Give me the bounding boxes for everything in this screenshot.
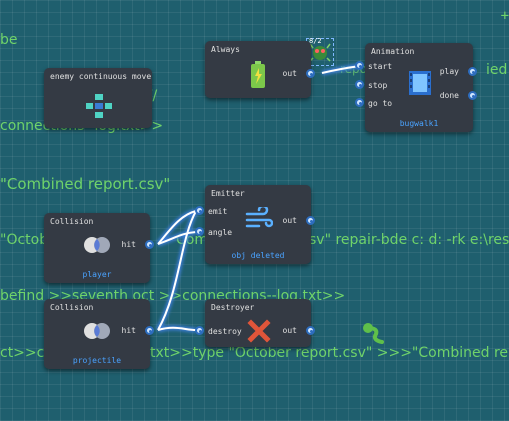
node-title: Animation bbox=[371, 47, 415, 56]
port-stop[interactable] bbox=[355, 80, 364, 89]
node-subtitle: obj deleted bbox=[231, 251, 285, 260]
bg-text-repair: sv" repair-bde c: d: -rk e:\res bbox=[309, 232, 509, 248]
port-label-destroy: destroy bbox=[208, 327, 242, 336]
node-destroyer[interactable]: Destroyer destroy out bbox=[195, 299, 315, 347]
bg-text-com: Com bbox=[176, 232, 208, 248]
node-emitter[interactable]: Emitter emit angle out obj deleted bbox=[195, 185, 315, 264]
node-title: Destroyer bbox=[211, 303, 255, 312]
battery-icon bbox=[250, 61, 266, 93]
port-label-stop: stop bbox=[368, 81, 388, 90]
port-out[interactable] bbox=[306, 69, 315, 78]
node-title: Collision bbox=[50, 303, 94, 312]
port-label-done: done bbox=[439, 91, 459, 100]
port-out[interactable] bbox=[306, 326, 315, 335]
port-done[interactable] bbox=[468, 91, 477, 100]
port-hit[interactable] bbox=[145, 326, 154, 335]
bg-text-octob: "Octob bbox=[0, 232, 49, 248]
port-label-hit: hit bbox=[121, 326, 136, 335]
node-title: Always bbox=[211, 45, 240, 54]
node-title: Emitter bbox=[211, 189, 245, 198]
move-blocks-icon bbox=[86, 94, 112, 122]
port-label-emit: emit bbox=[208, 207, 228, 216]
bg-text-type: txt>>type "October report.csv" >>>"Combi… bbox=[150, 345, 509, 361]
port-play[interactable] bbox=[468, 67, 477, 76]
port-destroy[interactable] bbox=[195, 326, 204, 335]
port-label-out: out bbox=[282, 326, 297, 335]
film-icon bbox=[409, 71, 431, 99]
port-label-start: start bbox=[368, 62, 393, 71]
node-title: enemy continuous move bbox=[50, 72, 152, 81]
port-label-go-to: go to bbox=[368, 99, 393, 108]
bg-text-ied: ied bbox=[486, 62, 508, 78]
port-label-hit: hit bbox=[121, 240, 136, 249]
port-start[interactable] bbox=[355, 61, 364, 70]
plus-icon[interactable]: + bbox=[501, 8, 509, 24]
wind-icon bbox=[245, 204, 274, 235]
node-subtitle: player bbox=[82, 270, 112, 279]
node-enemy-continuous-move[interactable]: enemy continuous move bbox=[44, 68, 152, 128]
port-angle[interactable] bbox=[195, 227, 204, 236]
port-label-out: out bbox=[282, 216, 297, 225]
node-subtitle: bugwalk1 bbox=[399, 119, 439, 128]
port-out[interactable] bbox=[306, 216, 315, 225]
node-animation[interactable]: Animation start stop go to play done bug… bbox=[355, 43, 477, 132]
badge-count: 8/2 bbox=[309, 37, 322, 45]
node-title: Collision bbox=[50, 217, 94, 226]
bg-text-be: be bbox=[0, 32, 18, 48]
node-always[interactable]: Always out bbox=[205, 41, 315, 98]
overlap-circles-icon bbox=[82, 321, 112, 345]
port-label-angle: angle bbox=[208, 228, 233, 237]
bg-text-combined: "Combined report.csv" bbox=[0, 175, 171, 193]
overlap-circles-icon bbox=[82, 235, 112, 259]
snake-icon bbox=[362, 322, 388, 352]
port-hit[interactable] bbox=[145, 240, 154, 249]
port-label-out: out bbox=[282, 69, 297, 78]
port-label-play: play bbox=[439, 67, 459, 76]
red-x-icon bbox=[247, 319, 271, 347]
port-go-to[interactable] bbox=[355, 98, 364, 107]
port-emit[interactable] bbox=[195, 206, 204, 215]
node-collision-projectile[interactable]: Collision hit projectile bbox=[44, 299, 154, 369]
node-collision-player[interactable]: Collision hit player bbox=[44, 213, 154, 283]
node-subtitle: projectile bbox=[72, 356, 122, 365]
